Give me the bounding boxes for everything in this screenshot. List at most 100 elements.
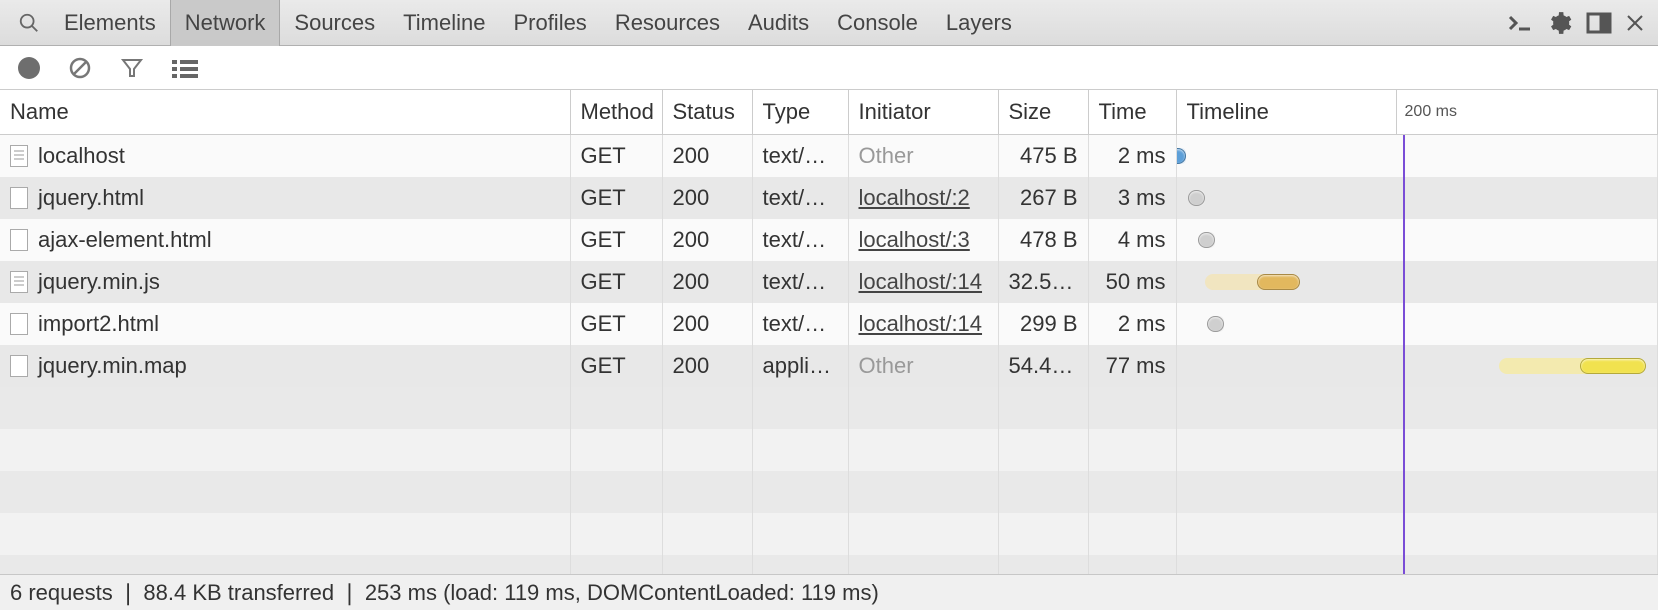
column-header-size[interactable]: Size [998,90,1088,134]
table-row[interactable]: jquery.min.map GET200appli…Other54.4 KB77… [0,345,1658,387]
console-drawer-icon[interactable] [1508,13,1532,33]
cell-size: 478 B [998,219,1088,261]
cell-timeline [1176,261,1658,303]
cell-size: 299 B [998,303,1088,345]
cell-time: 2 ms [1088,303,1176,345]
status-bar: 6 requests ❘ 88.4 KB transferred ❘ 253 m… [0,574,1658,610]
file-icon [10,355,28,377]
column-header-time[interactable]: Time [1088,90,1176,134]
cell-initiator[interactable]: localhost/:14 [848,261,998,303]
tab-console[interactable]: Console [823,0,932,46]
cell-size: 54.4 KB [998,345,1088,387]
cell-name: localhost [0,134,570,177]
timing-bar-receive [1198,232,1215,248]
file-name: jquery.min.map [38,353,187,378]
close-icon[interactable] [1626,14,1644,32]
cell-timeline [1176,303,1658,345]
cell-initiator: Other [848,345,998,387]
file-name: import2.html [38,311,159,336]
cell-status: 200 [662,219,752,261]
cell-method: GET [570,345,662,387]
cell-type: text/… [752,177,848,219]
dock-icon[interactable] [1586,12,1612,34]
cell-timeline [1176,177,1658,219]
file-icon [10,271,28,293]
column-header-initiator[interactable]: Initiator [848,90,998,134]
file-name: jquery.html [38,185,144,210]
clear-icon[interactable] [68,56,92,80]
domcontentloaded-marker [1403,303,1405,345]
filter-icon[interactable] [120,56,144,80]
empty-row [0,513,1658,555]
cell-type: text/… [752,261,848,303]
table-row[interactable]: ajax-element.htmlGET200text/…localhost/:… [0,219,1658,261]
record-icon[interactable] [18,57,40,79]
cell-type: text/… [752,303,848,345]
cell-size: 267 B [998,177,1088,219]
cell-type: text/… [752,134,848,177]
timing-bar-receive [1188,190,1205,206]
tab-profiles[interactable]: Profiles [499,0,600,46]
cell-size: 475 B [998,134,1088,177]
domcontentloaded-marker [1403,345,1405,387]
cell-method: GET [570,261,662,303]
cell-name: ajax-element.html [0,219,570,261]
cell-initiator[interactable]: localhost/:2 [848,177,998,219]
tab-elements[interactable]: Elements [50,0,170,46]
table-row[interactable]: jquery.html GET200text/…localhost/:2267 B… [0,177,1658,219]
cell-name: jquery.min.js [0,261,570,303]
domcontentloaded-marker [1403,261,1405,303]
tab-sources[interactable]: Sources [280,0,389,46]
cell-status: 200 [662,345,752,387]
empty-row [0,471,1658,513]
domcontentloaded-marker [1403,135,1405,177]
cell-type: appli… [752,345,848,387]
tab-timeline[interactable]: Timeline [389,0,499,46]
search-icon[interactable] [8,12,50,34]
table-row[interactable]: localhostGET200text/…Other475 B2 ms [0,134,1658,177]
column-header-status[interactable]: Status [662,90,752,134]
cell-status: 200 [662,134,752,177]
column-header-type[interactable]: Type [752,90,848,134]
tab-network[interactable]: Network [170,0,281,46]
table-row[interactable]: jquery.min.jsGET200text/…localhost/:1432… [0,261,1658,303]
file-name: ajax-element.html [38,227,212,252]
cell-type: text/… [752,219,848,261]
network-table: Name Method Status Type Initiator Size T… [0,90,1658,574]
file-icon [10,229,28,251]
cell-time: 2 ms [1088,134,1176,177]
cell-method: GET [570,134,662,177]
list-view-icon[interactable] [172,58,198,78]
gear-icon[interactable] [1546,10,1572,36]
timing-bar-receive [1207,316,1224,332]
cell-initiator[interactable]: localhost/:14 [848,303,998,345]
tab-resources[interactable]: Resources [601,0,734,46]
file-icon [10,313,28,335]
cell-name: import2.html [0,303,570,345]
column-header-method[interactable]: Method [570,90,662,134]
domcontentloaded-marker [1403,219,1405,261]
status-text: 6 requests ❘ 88.4 KB transferred ❘ 253 m… [10,580,879,606]
devtools-tabbar: ElementsNetworkSourcesTimelineProfilesRe… [0,0,1658,46]
file-icon [10,145,28,167]
cell-initiator[interactable]: localhost/:3 [848,219,998,261]
file-name: jquery.min.js [38,269,160,294]
cell-time: 50 ms [1088,261,1176,303]
file-icon [10,187,28,209]
cell-status: 200 [662,177,752,219]
cell-initiator: Other [848,134,998,177]
cell-name: jquery.html [0,177,570,219]
cell-timeline [1176,219,1658,261]
cell-timeline [1176,134,1658,177]
table-row[interactable]: import2.htmlGET200text/…localhost/:14299… [0,303,1658,345]
cell-timeline [1176,345,1658,387]
cell-time: 3 ms [1088,177,1176,219]
cell-method: GET [570,177,662,219]
cell-time: 77 ms [1088,345,1176,387]
timing-bar-receive [1580,358,1646,374]
column-header-timeline[interactable]: Timeline 200 ms [1176,90,1658,134]
column-header-name[interactable]: Name [0,90,570,134]
domcontentloaded-marker [1403,177,1405,219]
tab-audits[interactable]: Audits [734,0,823,46]
tab-layers[interactable]: Layers [932,0,1026,46]
